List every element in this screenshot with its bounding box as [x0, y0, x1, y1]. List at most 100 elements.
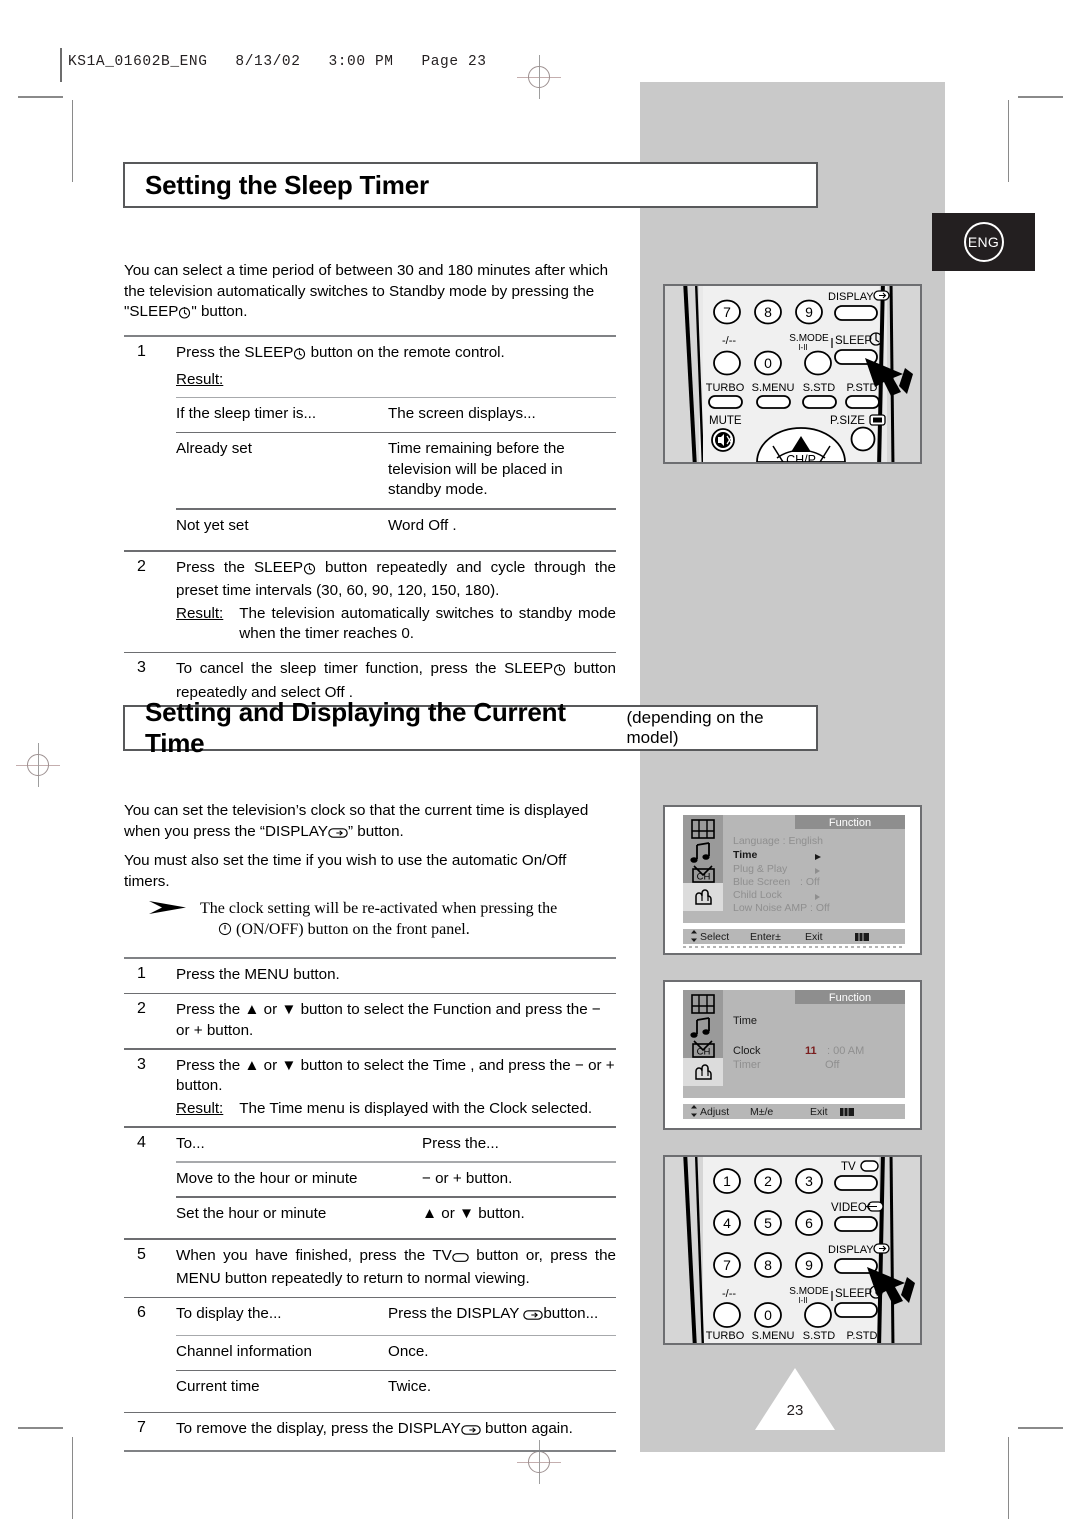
display-table: To display the... Press the DISPLAY butt…: [176, 1304, 616, 1404]
result-text: The Time menu is displayed with the Cloc…: [239, 1099, 593, 1117]
clock-icon: [553, 662, 566, 683]
rule: [124, 1449, 616, 1452]
power-icon: [218, 921, 232, 942]
remote-label-turbo: TURBO: [706, 1330, 745, 1342]
table-cell: Word Off .: [388, 516, 457, 534]
remote-label-smenu: S.MENU: [752, 1330, 795, 1342]
step-text: Press the SLEEP button repeatedly and cy…: [176, 558, 616, 602]
crop-line-tr-v: [1008, 100, 1010, 182]
remote-label-smenu: S.MENU: [752, 382, 795, 394]
remote-label-minus-dash: -/--: [722, 335, 736, 347]
table-row: Not yet set Word Off .: [176, 510, 616, 544]
table-header-row: To... Press the...: [176, 1134, 616, 1162]
step-body: Press the SLEEP button repeatedly and cy…: [176, 558, 616, 645]
note-line-2: (ON/OFF) button on the front panel.: [200, 919, 557, 942]
remote-label-minus-dash: -/--: [722, 1288, 736, 1300]
osd-item-plug-play: Plug & Play: [733, 863, 788, 875]
header-rule: [60, 48, 62, 82]
osd-heading-time: Time: [733, 1015, 757, 1027]
remote-label-sstd: S.STD: [803, 382, 835, 394]
remote-label-tv: TV: [841, 1161, 856, 1173]
current-time-intro-1: You can set the television’s clock so th…: [124, 801, 616, 845]
osd-item-low-noise-amp-value: : Off: [810, 902, 830, 914]
step-text: Press the ▲ or ▼ button to select the Ti…: [176, 1056, 615, 1095]
step-row: 7 To remove the display, press the DISPL…: [124, 1413, 616, 1450]
section-title-text: Setting the Sleep Timer: [145, 169, 429, 200]
osd-item-blue-screen-value: : Off: [800, 876, 820, 888]
remote-label-smode-sub: I-II: [798, 1296, 807, 1305]
table-header-cell-text: Press the DISPLAY: [388, 1305, 520, 1323]
registration-mark-top: [517, 55, 561, 99]
remote-label-chp: CH/P: [786, 453, 816, 462]
menu-icon: [855, 933, 869, 941]
display-icon: [523, 1307, 544, 1328]
step-body: To... Press the... Move to the hour or m…: [176, 1134, 616, 1231]
osd-item-blue-screen: Blue Screen: [733, 876, 790, 888]
current-time-intro-2: You must also set the time if you wish t…: [124, 852, 567, 890]
svg-text:CH: CH: [697, 1047, 711, 1058]
step-row: 1 Press the MENU button.: [124, 959, 616, 993]
step-text-a: Press the SLEEP: [176, 344, 294, 362]
section-title-current-time: Setting and Displaying the Current Time …: [123, 697, 818, 758]
result-text: The television automatically switches to…: [239, 604, 616, 643]
table-row: Channel information Once.: [176, 1336, 616, 1370]
osd-item-child-lock: Child Lock: [733, 889, 783, 901]
step-body: Press the ▲ or ▼ button to select the Ti…: [176, 1056, 616, 1120]
osd-footer-exit: Exit: [810, 1106, 828, 1118]
osd-title: Function: [829, 817, 871, 829]
remote-label-sleep: SLEEP: [835, 335, 872, 347]
table-cell: Channel information: [176, 1343, 312, 1361]
remote-label-video: VIDEO: [831, 1202, 867, 1214]
step-number: 2: [137, 557, 146, 575]
table-cell: Once.: [388, 1343, 429, 1361]
table-cell: Move to the hour or minute: [176, 1169, 358, 1187]
osd-title: Function: [829, 992, 871, 1004]
sleep-timer-intro-tail: " button.: [191, 303, 248, 320]
step-number: 5: [137, 1245, 146, 1263]
table-header-cell: If the sleep timer is...: [176, 405, 317, 423]
tv-button-icon: [452, 1249, 469, 1270]
table-cell: ▲ or ▼ button.: [422, 1204, 525, 1222]
result-label: Result:: [176, 370, 224, 388]
remote-label-smode: S.MODE: [789, 1286, 829, 1297]
remote-label-smode: S.MODE: [789, 333, 829, 344]
step-number: 3: [137, 1055, 146, 1073]
remote-label-display: DISPLAY: [828, 291, 874, 303]
remote-key-3: 3: [805, 1173, 813, 1189]
svg-text:CH: CH: [697, 872, 711, 883]
remote-label-pstd: P.STD: [847, 1330, 878, 1342]
remote-key-9: 9: [805, 304, 813, 320]
crop-line-br-h: [1018, 1427, 1063, 1429]
crop-line-tl-v: [72, 100, 74, 182]
osd-item-low-noise-amp: Low Noise AMP: [733, 902, 807, 914]
current-time-steps: 1 Press the MENU button. 2 Press the ▲ o…: [124, 957, 616, 1452]
table-cell: Not yet set: [176, 516, 249, 534]
print-file-header: KS1A_01602B_ENG 8/13/02 3:00 PM Page 23: [68, 54, 487, 70]
step-body: Press the ▲ or ▼ button to select the Fu…: [176, 1001, 601, 1039]
step-text-a: When you have finished, press the TV: [176, 1246, 452, 1264]
table-row: Current time Twice.: [176, 1371, 616, 1405]
remote-label-display: DISPLAY: [828, 1244, 874, 1256]
remote-key-7: 7: [723, 1257, 731, 1273]
step-number: 6: [137, 1304, 146, 1322]
osd-row-clock-rest: : 00 AM: [827, 1045, 864, 1057]
note-block: The clock setting will be re-activated w…: [148, 898, 618, 942]
step-row: 4 To... Press the... Move to the hour or…: [124, 1128, 616, 1238]
result-label: Result:: [176, 604, 224, 622]
note-arrow-icon: [148, 898, 188, 942]
table-row: Already set Time remaining before the te…: [176, 433, 616, 508]
osd-footer-select: Select: [700, 931, 729, 943]
step-row: 3 Press the ▲ or ▼ button to select the …: [124, 1050, 616, 1127]
step-number: 7: [137, 1419, 146, 1437]
table-cell: Time remaining before the television wil…: [388, 440, 565, 499]
remote-label-sstd: S.STD: [803, 1330, 835, 1342]
section-title-sleep-timer: Setting the Sleep Timer: [123, 162, 818, 208]
osd-item-time: Time: [733, 849, 757, 861]
crop-line-tr-h: [1018, 96, 1063, 98]
osd-item-language: Language : English: [733, 835, 823, 847]
note-text: The clock setting will be re-activated w…: [200, 898, 557, 942]
step-body: Press the SLEEP button on the remote con…: [176, 343, 616, 543]
step-text-b: button on the remote control.: [310, 344, 505, 362]
remote-key-0: 0: [764, 1307, 772, 1323]
table-header-cell: The screen displays...: [388, 405, 536, 423]
